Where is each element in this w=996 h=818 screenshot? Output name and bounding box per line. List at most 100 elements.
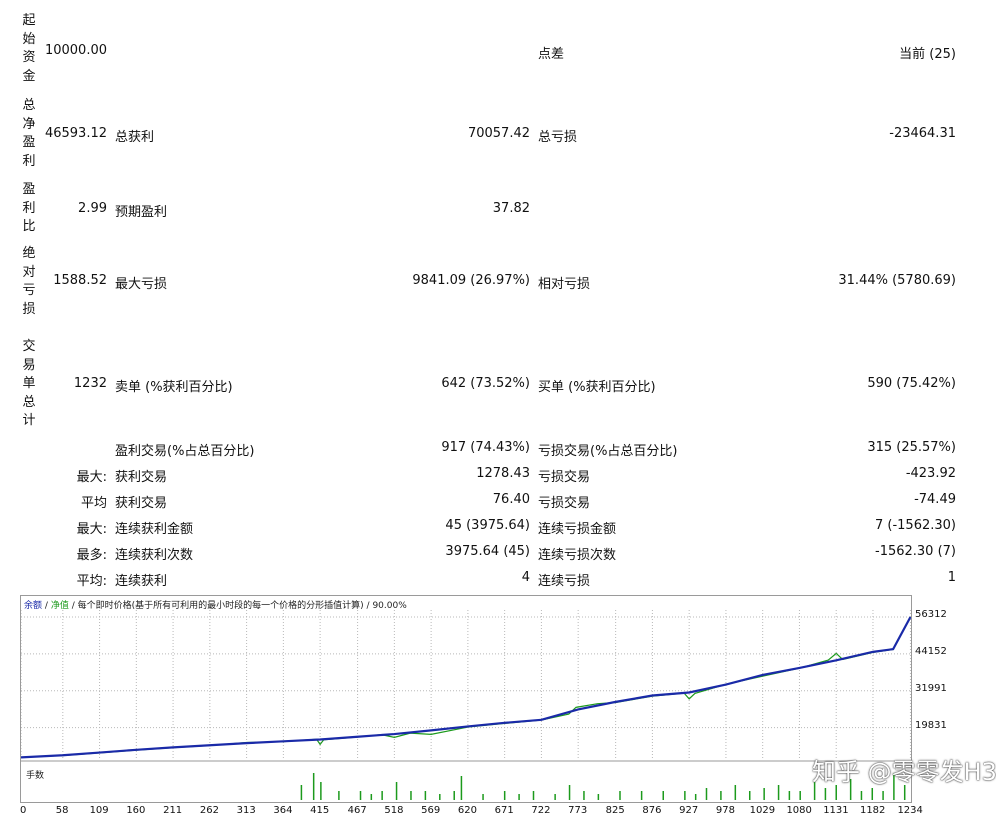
maximal-consec-profit-value: 3975.64 (45) [445, 544, 530, 559]
volume-bar [312, 773, 315, 800]
maximal-prefix: 最多: [76, 548, 107, 563]
volume-bar [460, 776, 463, 800]
label-profit-factor: 盈利比 [22, 182, 36, 235]
average-prefix: 平均 [80, 496, 107, 511]
volume-bar [300, 785, 303, 800]
x-tick-label: 1131 [823, 805, 849, 816]
spread-value: 当前 (25) [899, 47, 956, 62]
volume-bar [788, 791, 791, 800]
volume-bar [597, 794, 600, 800]
absolute-drawdown-value: 1588.52 [53, 273, 107, 288]
volume-bar [662, 791, 664, 800]
max-consec-wins-value: 45 (3975.64) [445, 518, 530, 533]
volume-bar [583, 791, 585, 800]
volume-bar [619, 791, 621, 800]
average-loss-label: 亏损交易 [538, 496, 591, 511]
volume-bar [370, 794, 373, 800]
average-loss-value: -74.49 [914, 492, 956, 507]
volume-bar [748, 791, 751, 800]
x-tick-label: 671 [494, 805, 514, 816]
label-total-net-profit: 总净盈利 [22, 98, 36, 169]
volume-bar [453, 791, 455, 800]
volume-bar [684, 791, 686, 800]
max-drawdown-value: 9841.09 (26.97%) [412, 273, 530, 288]
x-tick-label: 313 [236, 805, 256, 816]
avg-consec-wins-label: 连续获利 [115, 574, 168, 589]
average-profit-value: 76.40 [492, 492, 530, 507]
y-tick-label: 31991 [915, 682, 947, 694]
total-net-profit-value: 46593.12 [44, 126, 107, 141]
volume-bar [640, 791, 643, 800]
series-balance-line [21, 616, 911, 759]
largest-loss-value: -423.92 [905, 466, 956, 481]
legend-equity: 净值 [50, 601, 69, 611]
watermark: 知乎 @零零发H3 [812, 758, 996, 786]
x-tick-label: 773 [568, 805, 588, 816]
x-tick-label: 160 [126, 805, 146, 816]
x-tick-label: 620 [457, 805, 477, 816]
label-total-trades: 交易单总计 [22, 339, 36, 429]
x-tick-label: 0 [20, 805, 27, 816]
x-tick-label: 1080 [786, 805, 812, 816]
x-tick-label: 722 [531, 805, 551, 816]
relative-drawdown-label: 相对亏损 [538, 277, 591, 292]
volume-bar [554, 794, 556, 800]
x-tick-label: 569 [421, 805, 441, 816]
legend-balance: 余额 [24, 601, 43, 611]
x-tick-label: 211 [163, 805, 183, 816]
volume-bar [705, 788, 708, 800]
volume-bar [720, 791, 722, 800]
short-positions-value: 642 (73.52%) [441, 376, 530, 391]
volume-bar [903, 785, 906, 800]
x-tick-label: 58 [55, 805, 69, 816]
relative-drawdown-value: 31.44% (5780.69) [838, 273, 956, 288]
legend-sep-3: / [366, 601, 370, 611]
max-consec-losses-value: 7 (-1562.30) [875, 518, 956, 533]
max-drawdown-label: 最大亏损 [115, 277, 168, 292]
volume-bar [381, 791, 383, 800]
volume-bar [518, 794, 520, 800]
legend-sep-1: / [44, 601, 48, 611]
volume-bar [503, 791, 506, 800]
expected-payoff-value: 37.82 [492, 201, 530, 216]
x-tick-label: 364 [273, 805, 293, 816]
profit-factor-value: 2.99 [78, 201, 107, 216]
x-tick-label: 1182 [859, 805, 886, 816]
gross-profit-value: 70057.42 [467, 126, 530, 141]
initial-deposit-value: 10000.00 [44, 43, 107, 58]
volume-bar [395, 782, 398, 800]
x-tick-label: 1029 [749, 805, 776, 816]
volume-bar [734, 785, 737, 800]
x-tick-label: 978 [715, 805, 736, 816]
x-tick-label: 415 [310, 805, 330, 816]
largest-profit-value: 1278.43 [476, 466, 530, 481]
maximal-consec-loss-label: 连续亏损次数 [538, 548, 617, 563]
x-tick-label: 518 [384, 805, 404, 816]
profit-trades-value: 917 (74.43%) [441, 440, 530, 455]
x-tick-label: 1234 [897, 805, 923, 816]
legend-sep-2: / [71, 601, 75, 611]
label-initial-deposit: 起始资金 [22, 13, 36, 84]
volume-bar [882, 791, 884, 800]
maximal-consec-profit-label: 连续获利次数 [115, 548, 194, 563]
volume-bar [320, 782, 322, 800]
profit-trades-label: 盈利交易(%占总百分比) [115, 444, 255, 459]
max-consec-wins-label: 连续获利金额 [115, 522, 194, 537]
volume-bar [482, 794, 484, 800]
x-tick-label: 927 [679, 805, 699, 816]
maximal-consec-loss-value: -1562.30 (7) [875, 544, 956, 559]
max-consec-prefix: 最大: [76, 522, 107, 537]
avg-consec-prefix: 平均: [76, 574, 107, 589]
loss-trades-label: 亏损交易(%占总百分比) [538, 444, 678, 459]
short-positions-label: 卖单 (%获利百分比) [115, 380, 233, 395]
long-positions-value: 590 (75.42%) [867, 376, 956, 391]
avg-consec-losses-value: 1 [947, 570, 956, 585]
average-profit-label: 获利交易 [115, 496, 168, 511]
volume-bar [359, 791, 362, 800]
x-tick-label: 109 [89, 805, 109, 816]
x-tick-label: 467 [347, 805, 367, 816]
y-tick-label: 56312 [915, 608, 947, 620]
volume-bar [410, 791, 412, 800]
expected-payoff-label: 预期盈利 [115, 205, 168, 220]
balance-chart: 余额 / 净值 / 每个即时价格(基于所有可利用的最小时段的每一个价格的分形插值… [20, 595, 912, 803]
